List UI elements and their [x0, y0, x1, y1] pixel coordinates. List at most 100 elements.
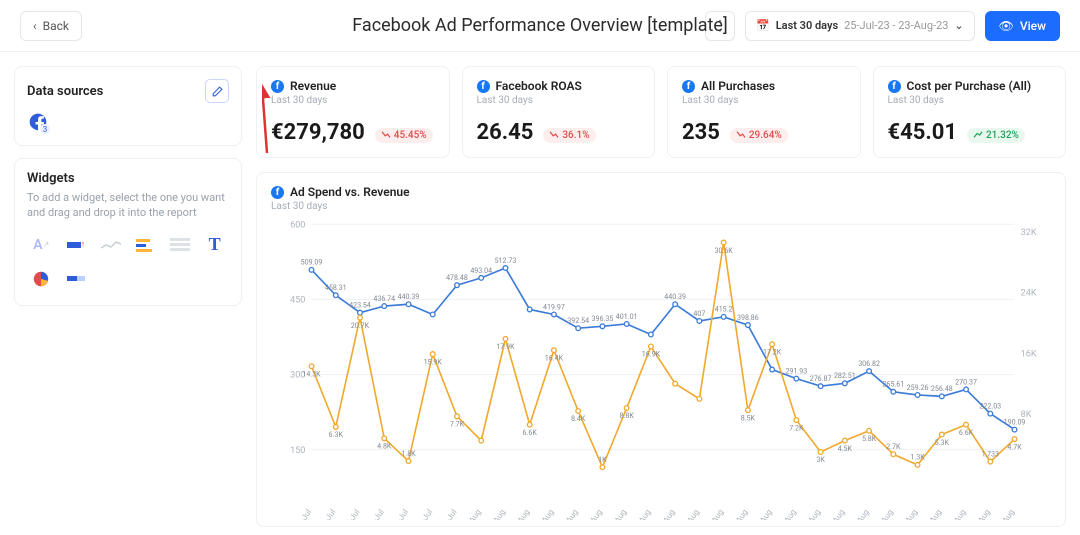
svg-text:25-Jul: 25-Jul — [292, 507, 313, 520]
svg-text:15-Aug: 15-Aug — [799, 507, 822, 520]
svg-text:415.2: 415.2 — [715, 305, 733, 314]
svg-text:09-Aug: 09-Aug — [654, 507, 677, 520]
svg-text:478.48: 478.48 — [446, 273, 468, 282]
facebook-icon: f — [271, 186, 284, 199]
chart-area[interactable]: 1503004506008K16K24K32K25-Jul26-Jul27-Ju… — [271, 212, 1051, 520]
svg-text:1.8K: 1.8K — [401, 449, 416, 458]
svg-text:17.2K: 17.2K — [763, 347, 782, 356]
more-button[interactable]: ⋮ — [705, 11, 735, 41]
svg-text:05-Aug: 05-Aug — [557, 507, 580, 520]
widget-line[interactable] — [96, 231, 125, 259]
svg-text:419.97: 419.97 — [543, 302, 565, 311]
svg-text:150: 150 — [290, 445, 305, 456]
widget-progress[interactable] — [62, 265, 91, 293]
dots-vertical-icon: ⋮ — [713, 18, 727, 34]
kpi-title: Facebook ROAS — [496, 79, 582, 93]
svg-text:20.7K: 20.7K — [351, 321, 370, 330]
kpi-card[interactable]: f All Purchases Last 30 days 235 29.64% — [667, 66, 861, 158]
svg-text:291.93: 291.93 — [785, 366, 807, 375]
svg-text:450: 450 — [290, 294, 305, 305]
svg-text:396.35: 396.35 — [592, 314, 614, 323]
svg-text:306.82: 306.82 — [858, 359, 880, 368]
svg-text:276.87: 276.87 — [810, 374, 832, 383]
widget-table[interactable] — [166, 231, 195, 259]
kpi-value: €279,780 — [271, 120, 365, 145]
svg-text:8.5K: 8.5K — [741, 413, 756, 422]
svg-text:12-Aug: 12-Aug — [727, 507, 750, 520]
svg-text:08-Aug: 08-Aug — [630, 507, 653, 520]
widget-kpi[interactable]: ↑ — [62, 231, 91, 259]
widget-bar[interactable] — [131, 231, 160, 259]
date-range-button[interactable]: 📅 Last 30 days 25-Jul-23 - 23-Aug-23 ⌄ — [745, 11, 975, 41]
svg-text:28-Jul: 28-Jul — [365, 507, 386, 520]
svg-text:30-Jul: 30-Jul — [413, 507, 434, 520]
widget-text[interactable]: A↗ — [27, 231, 56, 259]
svg-text:259.26: 259.26 — [907, 383, 929, 392]
svg-text:16-Aug: 16-Aug — [824, 507, 847, 520]
chart-subtitle: Last 30 days — [271, 201, 1051, 212]
svg-text:14.3K: 14.3K — [302, 369, 321, 378]
view-button[interactable]: 👁 View — [985, 11, 1060, 41]
svg-text:24K: 24K — [1021, 288, 1037, 299]
svg-text:16.4K: 16.4K — [545, 354, 564, 363]
svg-text:04-Aug: 04-Aug — [533, 507, 556, 520]
kpi-subtitle: Last 30 days — [271, 95, 435, 106]
svg-text:6.3K: 6.3K — [329, 430, 344, 439]
svg-text:8.4K: 8.4K — [571, 414, 586, 423]
data-sources-panel: Data sources 3 — [14, 66, 242, 146]
svg-text:26-Jul: 26-Jul — [317, 507, 338, 520]
svg-text:02-Aug: 02-Aug — [484, 507, 507, 520]
date-range-label: Last 30 days — [776, 19, 838, 32]
svg-text:15.9K: 15.9K — [424, 357, 443, 366]
svg-text:440.39: 440.39 — [664, 292, 686, 301]
kpi-title: All Purchases — [701, 79, 775, 93]
facebook-icon: f — [682, 80, 695, 93]
chevron-down-icon: ⌄ — [954, 19, 963, 32]
kpi-subtitle: Last 30 days — [888, 95, 1052, 106]
widget-pie[interactable] — [27, 265, 56, 293]
kpi-value: 235 — [682, 120, 720, 145]
pencil-icon — [211, 85, 224, 98]
chart-card: f Ad Spend vs. Revenue Last 30 days 1503… — [256, 172, 1066, 527]
svg-text:440.39: 440.39 — [398, 292, 420, 301]
svg-text:8.8K: 8.8K — [620, 411, 635, 420]
ds-count-badge: 3 — [40, 124, 50, 134]
kpi-card[interactable]: f Revenue Last 30 days €279,780 45.45% — [256, 66, 450, 158]
svg-text:1K: 1K — [598, 455, 607, 464]
svg-text:30.6K: 30.6K — [715, 246, 734, 255]
svg-text:6.6K: 6.6K — [523, 428, 538, 437]
svg-text:1,733: 1,733 — [982, 449, 999, 458]
svg-text:190.09: 190.09 — [1004, 417, 1026, 426]
chevron-left-icon: ‹ — [33, 19, 37, 33]
svg-text:11-Aug: 11-Aug — [702, 507, 725, 520]
back-button[interactable]: ‹ Back — [20, 11, 82, 41]
kpi-delta: 36.1% — [543, 128, 595, 143]
edit-data-sources-button[interactable] — [205, 79, 229, 103]
svg-text:07-Aug: 07-Aug — [605, 507, 628, 520]
svg-text:4.5K: 4.5K — [838, 444, 853, 453]
kpi-card[interactable]: f Facebook ROAS Last 30 days 26.45 36.1% — [462, 66, 656, 158]
svg-text:14-Aug: 14-Aug — [775, 507, 798, 520]
widget-heading[interactable]: T — [200, 231, 229, 259]
svg-text:29-Jul: 29-Jul — [389, 507, 410, 520]
svg-text:4.7K: 4.7K — [1007, 442, 1022, 451]
svg-text:458.31: 458.31 — [325, 283, 347, 292]
svg-text:16.9K: 16.9K — [642, 350, 661, 359]
svg-text:4.8K: 4.8K — [377, 442, 392, 451]
widgets-title: Widgets — [27, 171, 75, 186]
svg-text:18-Aug: 18-Aug — [872, 507, 895, 520]
kpi-subtitle: Last 30 days — [682, 95, 846, 106]
svg-text:32K: 32K — [1021, 227, 1037, 238]
svg-text:03-Aug: 03-Aug — [509, 507, 532, 520]
kpi-title: Revenue — [290, 79, 336, 93]
svg-text:21-Aug: 21-Aug — [945, 507, 968, 520]
svg-text:401.01: 401.01 — [616, 312, 638, 321]
kpi-title: Cost per Purchase (All) — [907, 79, 1032, 93]
widgets-panel: Widgets To add a widget, select the one … — [14, 158, 242, 306]
view-label: View — [1020, 19, 1046, 33]
svg-text:19-Aug: 19-Aug — [896, 507, 919, 520]
svg-text:509.09: 509.09 — [301, 258, 323, 267]
kpi-card[interactable]: f Cost per Purchase (All) Last 30 days €… — [873, 66, 1067, 158]
facebook-source-icon[interactable]: 3 — [27, 111, 49, 133]
svg-text:256.48: 256.48 — [931, 384, 953, 393]
